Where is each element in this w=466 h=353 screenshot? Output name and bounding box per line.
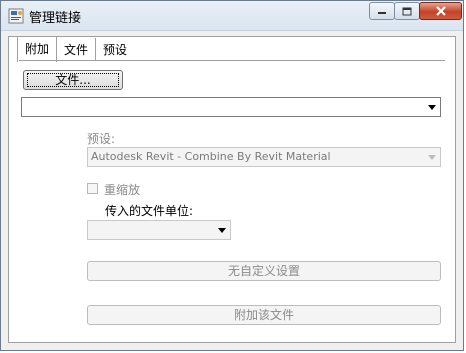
- attach-file-label: 附加该文件: [233, 308, 294, 322]
- file-button[interactable]: 文件...: [23, 70, 123, 90]
- custom-settings-label: 无自定义设置: [227, 264, 300, 278]
- incoming-units-label: 传入的文件单位:: [105, 204, 194, 218]
- tab-presets[interactable]: 预设: [96, 38, 134, 60]
- minimize-button[interactable]: [369, 2, 395, 20]
- rescale-label: 重缩放: [104, 183, 141, 197]
- focus-rectangle: [27, 73, 119, 87]
- tab-strip: 附加 文件 预设: [17, 36, 134, 62]
- custom-settings-button[interactable]: 无自定义设置: [87, 261, 441, 281]
- incoming-units-dropdown[interactable]: [87, 220, 231, 240]
- maximize-button[interactable]: [394, 2, 420, 20]
- preset-dropdown[interactable]: Autodesk Revit - Combine By Revit Materi…: [87, 147, 441, 167]
- preset-label: 预设:: [87, 132, 116, 146]
- tab-panel: 附加 文件 预设 文件... 预设: Autodesk Revit - Comb…: [8, 36, 456, 343]
- preset-value: Autodesk Revit - Combine By Revit Materi…: [91, 150, 331, 163]
- minimize-icon: [378, 12, 386, 14]
- chevron-down-icon: [218, 228, 226, 233]
- tab-files[interactable]: 文件: [57, 38, 97, 60]
- link-manager-icon: [8, 8, 24, 24]
- tab-divider: [19, 60, 445, 61]
- maximize-icon: [402, 7, 412, 15]
- attach-file-button[interactable]: 附加该文件: [87, 305, 441, 325]
- close-icon: [435, 6, 446, 16]
- file-path-combobox[interactable]: [21, 97, 441, 117]
- close-button[interactable]: [419, 2, 462, 20]
- tab-attach[interactable]: 附加: [17, 36, 58, 62]
- manage-links-window: 管理链接 附加 文件 预设 文件... 预设: Autodesk Revit -…: [0, 0, 464, 351]
- window-title: 管理链接: [29, 11, 82, 26]
- chevron-down-icon: [428, 105, 436, 110]
- chevron-down-icon: [428, 155, 436, 160]
- rescale-checkbox[interactable]: [87, 183, 98, 194]
- title-bar[interactable]: 管理链接: [1, 1, 463, 31]
